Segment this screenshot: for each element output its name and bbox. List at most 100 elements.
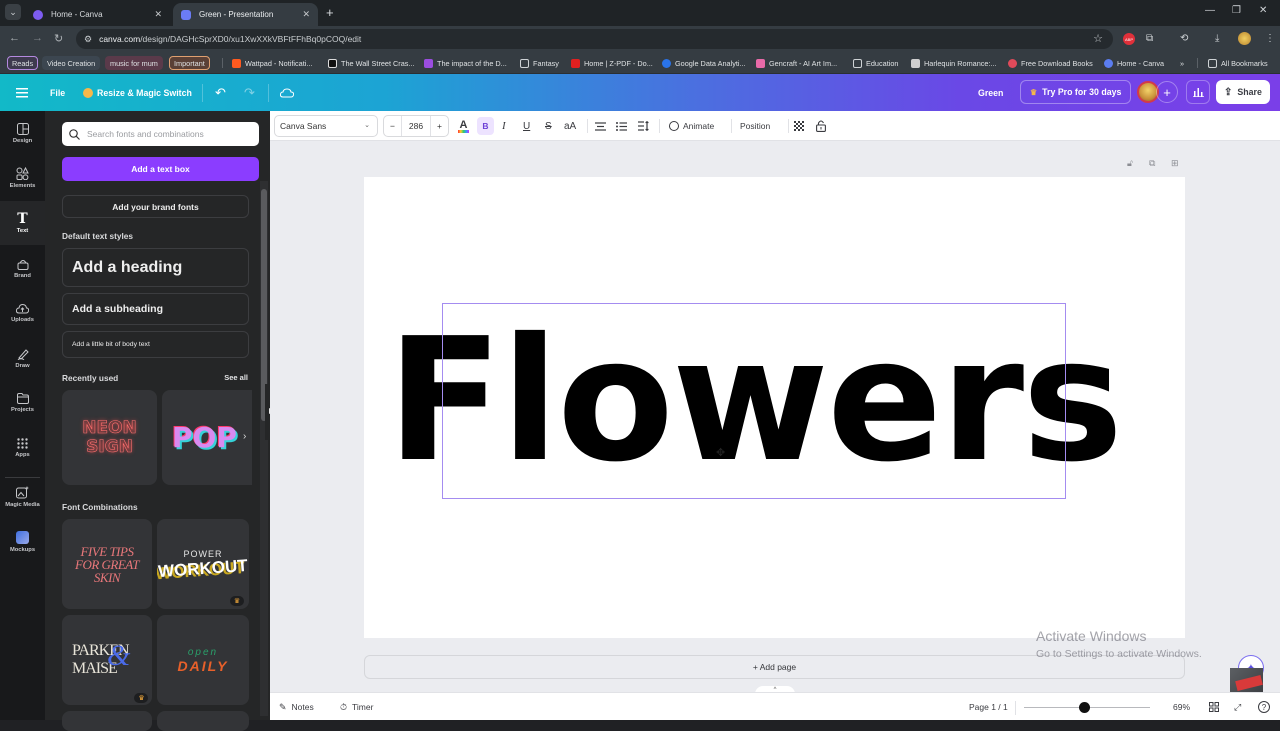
page-indicator[interactable]: Page 1 / 1 (969, 693, 1008, 721)
add-subheading-button[interactable]: Add a subheading (62, 293, 249, 325)
bookmark-impact[interactable]: The impact of the D... (424, 56, 507, 70)
close-window-button[interactable]: ✕ (1259, 5, 1267, 16)
bookmark-wall-street[interactable]: The Wall Street Cras... (328, 56, 415, 70)
rail-item-projects[interactable]: Projects (0, 381, 45, 425)
rail-item-brand[interactable]: Brand (0, 246, 45, 290)
rail-item-draw[interactable]: Draw (0, 336, 45, 380)
see-all-link[interactable]: See all (224, 373, 248, 382)
bookmark-group-important[interactable]: Important (169, 56, 210, 70)
zoom-percentage[interactable]: 69% (1173, 693, 1190, 721)
design-name[interactable]: Green (978, 74, 1003, 111)
all-bookmarks-button[interactable]: All Bookmarks (1208, 56, 1268, 70)
strikethrough-button[interactable]: S (545, 111, 552, 141)
font-family-dropdown[interactable]: Canva Sans ⌄ (274, 115, 378, 137)
site-info-icon[interactable]: ⚙ (84, 34, 92, 45)
letter-case-button[interactable]: aA (564, 111, 576, 141)
notes-button[interactable]: ✎ Notes (279, 693, 314, 721)
duplicate-page-icon[interactable]: ⧉ (1149, 158, 1155, 169)
fullscreen-button[interactable]: ⤢ (1234, 693, 1241, 721)
zoom-slider[interactable] (1024, 702, 1150, 713)
rail-item-apps[interactable]: Apps (0, 426, 45, 470)
timer-button[interactable]: ⏱ Timer (340, 693, 373, 721)
file-menu-button[interactable]: File (50, 74, 65, 111)
font-search-input[interactable]: Search fonts and combinations (62, 122, 259, 146)
bookmark-home-canva[interactable]: Home - Canva (1104, 56, 1164, 70)
bookmark-group-music-for-mum[interactable]: music for mum (105, 56, 163, 70)
profile-avatar[interactable] (1238, 32, 1251, 45)
rail-item-mockups[interactable]: Mockups (0, 520, 45, 564)
zoom-slider-handle[interactable] (1079, 702, 1091, 713)
align-center-button[interactable] (595, 111, 606, 141)
add-page-icon[interactable]: ⊞ (1171, 158, 1179, 169)
increase-font-size-button[interactable]: + (430, 116, 448, 136)
rail-item-text[interactable]: T Text (0, 201, 45, 245)
adblock-extension-icon[interactable]: ABP (1123, 33, 1135, 45)
carousel-next-icon[interactable]: › (243, 431, 246, 442)
font-size-input[interactable]: 286 (402, 116, 430, 136)
bookmark-group-reads[interactable]: Reads (7, 56, 39, 70)
back-button[interactable]: ← (9, 32, 20, 44)
bookmarks-overflow-button[interactable]: » (1180, 56, 1184, 70)
extensions-icon[interactable]: ⧉ (1146, 33, 1153, 44)
spacing-button[interactable] (638, 111, 649, 141)
tab-search-button[interactable]: ⌄ (5, 4, 21, 20)
share-button[interactable]: ⇪ Share (1216, 80, 1270, 104)
bookmark-star-icon[interactable]: ☆ (1093, 32, 1103, 45)
rail-item-magic-media[interactable]: Magic Media (0, 475, 45, 519)
decrease-font-size-button[interactable]: − (384, 116, 402, 136)
add-heading-button[interactable]: Add a heading (62, 248, 249, 287)
insights-button[interactable] (1186, 80, 1210, 104)
new-tab-button[interactable]: + (326, 5, 334, 20)
combo-five-tips-card[interactable]: FIVE TIPS FOR GREAT SKIN (62, 519, 152, 609)
forward-button[interactable]: → (32, 32, 43, 44)
bookmark-google-data[interactable]: Google Data Analyti... (662, 56, 746, 70)
redo-button[interactable]: ↷ (244, 74, 255, 111)
add-body-text-button[interactable]: Add a little bit of body text (62, 331, 249, 358)
resize-magic-switch-button[interactable]: Resize & Magic Switch (83, 74, 192, 111)
position-button[interactable]: Position (740, 111, 770, 141)
help-button[interactable]: ? (1258, 693, 1270, 721)
try-pro-button[interactable]: ♛ Try Pro for 30 days (1020, 80, 1132, 104)
text-color-button[interactable]: A (458, 111, 469, 141)
minimize-button[interactable]: — (1205, 5, 1215, 16)
close-tab-icon[interactable]: ✕ (302, 9, 310, 20)
maximize-button[interactable]: ❐ (1232, 5, 1241, 16)
italic-button[interactable]: I (502, 111, 506, 141)
bookmark-harlequin[interactable]: Harlequin Romance:... (911, 56, 997, 70)
bookmark-wattpad[interactable]: Wattpad - Notificati... (232, 56, 312, 70)
cloud-save-status-icon[interactable] (280, 74, 294, 111)
rail-item-uploads[interactable]: Uploads (0, 291, 45, 335)
combo-card-partial[interactable] (62, 711, 152, 731)
add-text-box-button[interactable]: Add a text box (62, 157, 259, 181)
list-button[interactable] (616, 111, 627, 141)
panel-scrollbar[interactable] (260, 181, 268, 716)
invite-plus-button[interactable]: + (1156, 81, 1178, 103)
tab-home-canva[interactable]: Home - Canva ✕ (25, 3, 170, 26)
transparency-button[interactable] (794, 111, 805, 141)
main-menu-button[interactable] (16, 74, 28, 111)
bookmark-folder-education[interactable]: Education (853, 56, 898, 70)
close-tab-icon[interactable]: ✕ (154, 9, 162, 20)
combo-parken-maise-card[interactable]: PARKEN MAISE & ♛ (62, 615, 152, 705)
underline-button[interactable]: U (523, 111, 530, 141)
url-input[interactable]: ⚙ canva.com /design/DAGHcSprXD0/xu1XwXXk… (76, 29, 1113, 49)
bookmark-group-video-creation[interactable]: Video Creation (42, 56, 101, 70)
rail-item-elements[interactable]: Elements (0, 156, 45, 200)
recent-pop-card[interactable]: POP (162, 390, 252, 485)
lock-page-icon[interactable]: 🔓︎ (1127, 158, 1133, 169)
bookmark-zpdf[interactable]: Home | Z-PDF - Do... (571, 56, 653, 70)
bookmark-gencraft[interactable]: Gencraft - AI Art Im... (756, 56, 837, 70)
selection-box[interactable] (442, 303, 1066, 499)
animate-button[interactable]: Animate (669, 111, 714, 141)
combo-open-daily-card[interactable]: open DAILY (157, 615, 249, 705)
lock-button[interactable] (816, 111, 826, 141)
tab-green-presentation[interactable]: Green - Presentation ✕ (173, 3, 318, 26)
combo-power-workout-card[interactable]: POWER WORKOUT ♛ (157, 519, 249, 609)
grid-view-button[interactable] (1209, 693, 1219, 721)
bookmark-free-books[interactable]: Free Download Books (1008, 56, 1093, 70)
reload-button[interactable]: ↻ (54, 32, 63, 45)
add-brand-fonts-button[interactable]: Add your brand fonts (62, 195, 249, 218)
bold-button[interactable]: B (477, 117, 494, 135)
bookmark-folder-fantasy[interactable]: Fantasy (520, 56, 559, 70)
combo-card-partial[interactable] (157, 711, 249, 731)
